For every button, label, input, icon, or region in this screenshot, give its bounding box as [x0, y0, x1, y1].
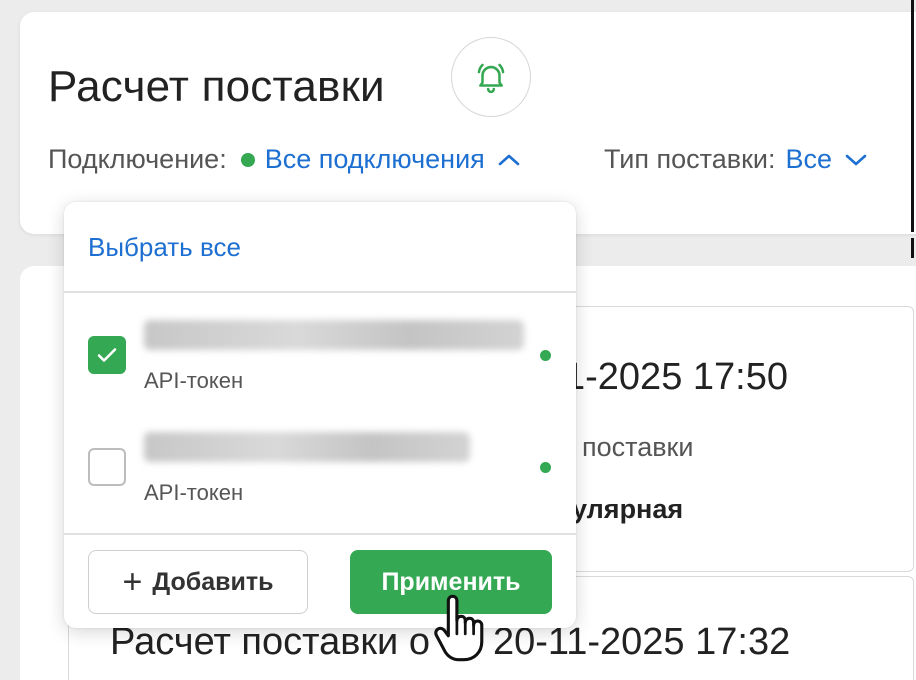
connection-dropdown-menu: Выбрать все API-токен API-токен + Добави…: [64, 202, 576, 628]
plus-icon: +: [122, 563, 143, 601]
connection-filter: Подключение: Все подключения: [48, 144, 521, 175]
supply-card-subtitle: поставки: [582, 432, 694, 462]
connection-checkbox[interactable]: [88, 336, 126, 374]
checkmark-icon: [97, 348, 117, 362]
connection-checkbox[interactable]: [88, 448, 126, 486]
hand-pointer-cursor-icon: [434, 594, 484, 662]
window-edge: [911, 0, 914, 232]
connection-name-redacted: [144, 320, 524, 350]
window-edge: [911, 238, 914, 258]
bell-icon: [477, 63, 505, 94]
connection-filter-dropdown[interactable]: Все подключения: [265, 144, 485, 175]
page-title: Расчет поставки: [48, 62, 385, 111]
select-all-link[interactable]: Выбрать все: [88, 232, 241, 263]
delivery-type-label: Тип поставки:: [604, 144, 776, 174]
connection-type: API-токен: [144, 480, 244, 505]
delivery-type-filter: Тип поставки: Все: [604, 144, 868, 175]
connection-type: API-токен: [144, 368, 244, 393]
connection-status-dot: [240, 152, 255, 167]
supply-card-value: улярная: [572, 494, 684, 524]
chevron-down-icon[interactable]: [844, 152, 868, 168]
chevron-up-icon[interactable]: [497, 152, 521, 168]
connection-filter-label: Подключение:: [48, 144, 227, 174]
supply-card-title: 1-2025 17:50: [564, 356, 788, 398]
add-connection-button[interactable]: + Добавить: [88, 550, 308, 614]
connection-name-redacted: [144, 432, 470, 462]
divider: [64, 291, 576, 293]
connection-status-dot: [540, 350, 551, 361]
connection-status-dot: [540, 462, 551, 473]
delivery-type-dropdown[interactable]: Все: [785, 144, 832, 175]
add-button-label: Добавить: [152, 567, 274, 596]
apply-button-label: Применить: [381, 567, 521, 596]
notifications-button[interactable]: [451, 37, 531, 117]
divider: [64, 533, 576, 535]
